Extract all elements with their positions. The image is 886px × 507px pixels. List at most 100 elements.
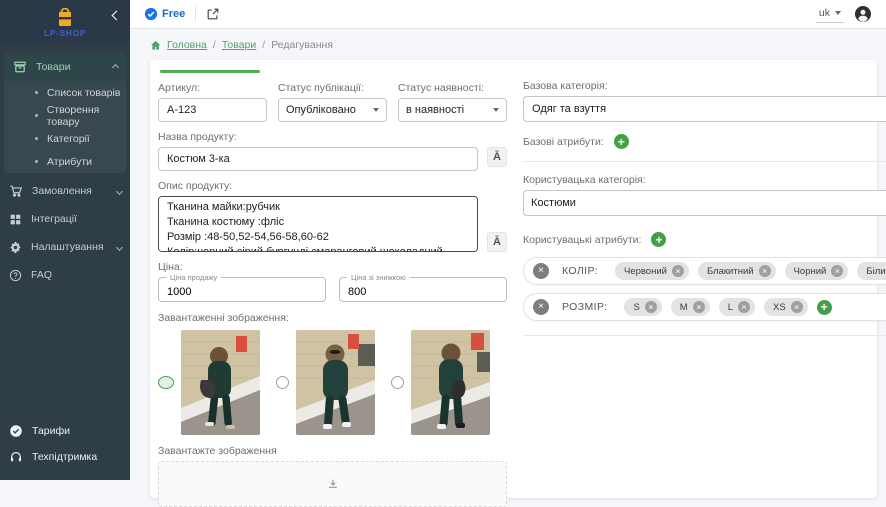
remove-value-icon[interactable]: × [738,301,750,313]
uploaded-images-label: Завантаженні зображення: [158,312,507,324]
attribute-row-size: × РОЗМІР: S× M× L× XS× + [523,293,886,321]
remove-value-icon[interactable]: × [791,301,803,313]
value-chip: L× [719,298,755,316]
sale-price-label: Ціна продажу [166,273,221,282]
value-chip: XS× [764,298,808,316]
home-icon [150,40,161,51]
value-chip: Білий× [857,262,886,280]
availability-status-group: Статус наявності: в наявності [398,82,507,122]
add-user-attribute-button[interactable]: + [651,232,666,247]
remove-value-icon[interactable]: × [645,301,657,313]
translate-icon[interactable]: Ā [487,147,507,167]
base-category-label: Базова категорія: [523,80,886,92]
price-section-label: Ціна: [158,261,507,273]
attribute-name: КОЛІР: [562,265,598,277]
chip-label: Блакитний [707,266,754,277]
grid-icon [9,213,22,226]
remove-attribute-icon[interactable]: × [533,263,549,279]
chip-label: S [633,302,639,313]
divider [195,6,196,22]
remove-value-icon[interactable]: × [759,265,771,277]
image-radio-3[interactable] [391,376,404,389]
sidebar-item-product-list[interactable]: Список товарів [4,81,126,104]
image-option-3 [391,330,490,435]
sidebar-item-categories[interactable]: Категорії [4,127,126,150]
cart-icon [9,184,23,198]
sidebar: LP-SHOP Товари Список товарів Створення … [0,0,130,480]
sidebar-item-faq[interactable]: FAQ [0,261,130,289]
publication-status-select[interactable]: Опубліковано [278,98,387,122]
image-option-2 [276,330,375,435]
external-link-icon[interactable] [206,7,220,21]
chip-label: Чорний [794,266,827,277]
breadcrumb-sep: / [213,39,216,51]
sidebar-item-label: Замовлення [32,185,108,197]
sidebar-item-settings[interactable]: Налаштування [0,233,130,261]
check-circle-icon [9,424,23,438]
sidebar-item-label: Товари [36,61,104,73]
chevron-down-icon [116,243,123,250]
value-chip: S× [624,298,661,316]
product-photo-3 [411,330,490,435]
image-radio-2[interactable] [276,376,289,389]
image-radio-1[interactable] [158,376,174,389]
divider [523,161,886,162]
product-name-input[interactable] [158,147,478,171]
sidebar-item-integrations[interactable]: Інтеграції [0,205,130,233]
publication-status-value: Опубліковано [286,104,356,116]
remove-value-icon[interactable]: × [672,265,684,277]
bullet-icon [35,91,38,94]
account-icon[interactable] [854,5,872,23]
sidebar-subitem-label: Створення товару [47,104,126,128]
brand-name: LP-SHOP [44,28,86,38]
plan-badge[interactable]: Free [144,7,185,21]
sidebar-header: LP-SHOP [0,0,130,46]
language-select[interactable]: uk [816,5,844,23]
sidebar-item-orders[interactable]: Замовлення [0,177,130,205]
sidebar-item-label: FAQ [31,269,122,281]
bullet-icon [35,160,38,163]
breadcrumb-sep: / [262,39,265,51]
sidebar-item-tariffs[interactable]: Тарифи [0,418,130,444]
translate-icon[interactable]: Ā [487,232,507,252]
brand-logo[interactable]: LP-SHOP [44,8,86,38]
upload-label: Завантажте зображення [158,445,507,457]
description-textarea[interactable]: Тканина майки:рубчик Тканина костюму :фл… [158,196,478,252]
sidebar-item-products[interactable]: Товари [4,53,126,81]
headset-icon [9,450,23,464]
remove-attribute-icon[interactable]: × [533,299,549,315]
sidebar-subitem-label: Атрибути [47,156,92,168]
sidebar-item-attributes[interactable]: Атрибути [4,150,126,173]
sidebar-item-support[interactable]: Техпідтримка [0,444,130,470]
sidebar-collapse-icon[interactable] [112,11,122,21]
verified-icon [144,7,158,21]
sidebar-item-product-create[interactable]: Створення товару [4,104,126,127]
bullet-icon [35,114,38,117]
sku-input[interactable] [158,98,267,122]
bullet-icon [35,137,38,140]
breadcrumb-home[interactable]: Головна [167,39,207,51]
remove-value-icon[interactable]: × [831,265,843,277]
value-chip: Блакитний × [698,262,776,280]
image-option-1 [158,330,260,435]
topbar: Free uk [130,0,886,29]
sidebar-item-label: Налаштування [31,241,108,253]
base-category-input[interactable] [523,96,886,122]
availability-status-select[interactable]: в наявності [398,98,507,122]
language-value: uk [819,7,830,19]
user-attributes-label: Користувацькі атрибути: [523,234,641,246]
right-column: Базова категорія: Базові атрибути: + Кор… [523,66,886,498]
add-base-attribute-button[interactable]: + [614,134,629,149]
breadcrumb-products[interactable]: Товари [222,39,256,51]
upload-dropzone[interactable] [158,461,507,507]
user-category-select[interactable]: Костюми [523,190,886,216]
attribute-row-color: × КОЛІР: Червоний× Блакитний× Чорний× Бі… [523,257,886,285]
add-value-button[interactable]: + [817,300,832,315]
gear-icon [9,241,22,254]
box-icon [13,60,27,74]
sidebar-subitem-label: Список товарів [47,87,120,99]
product-photo-2 [296,330,375,435]
remove-value-icon[interactable]: × [693,301,705,313]
discount-price-field: Ціна зі знижкою [339,277,507,302]
sku-field-group: Артикул: [158,82,267,122]
